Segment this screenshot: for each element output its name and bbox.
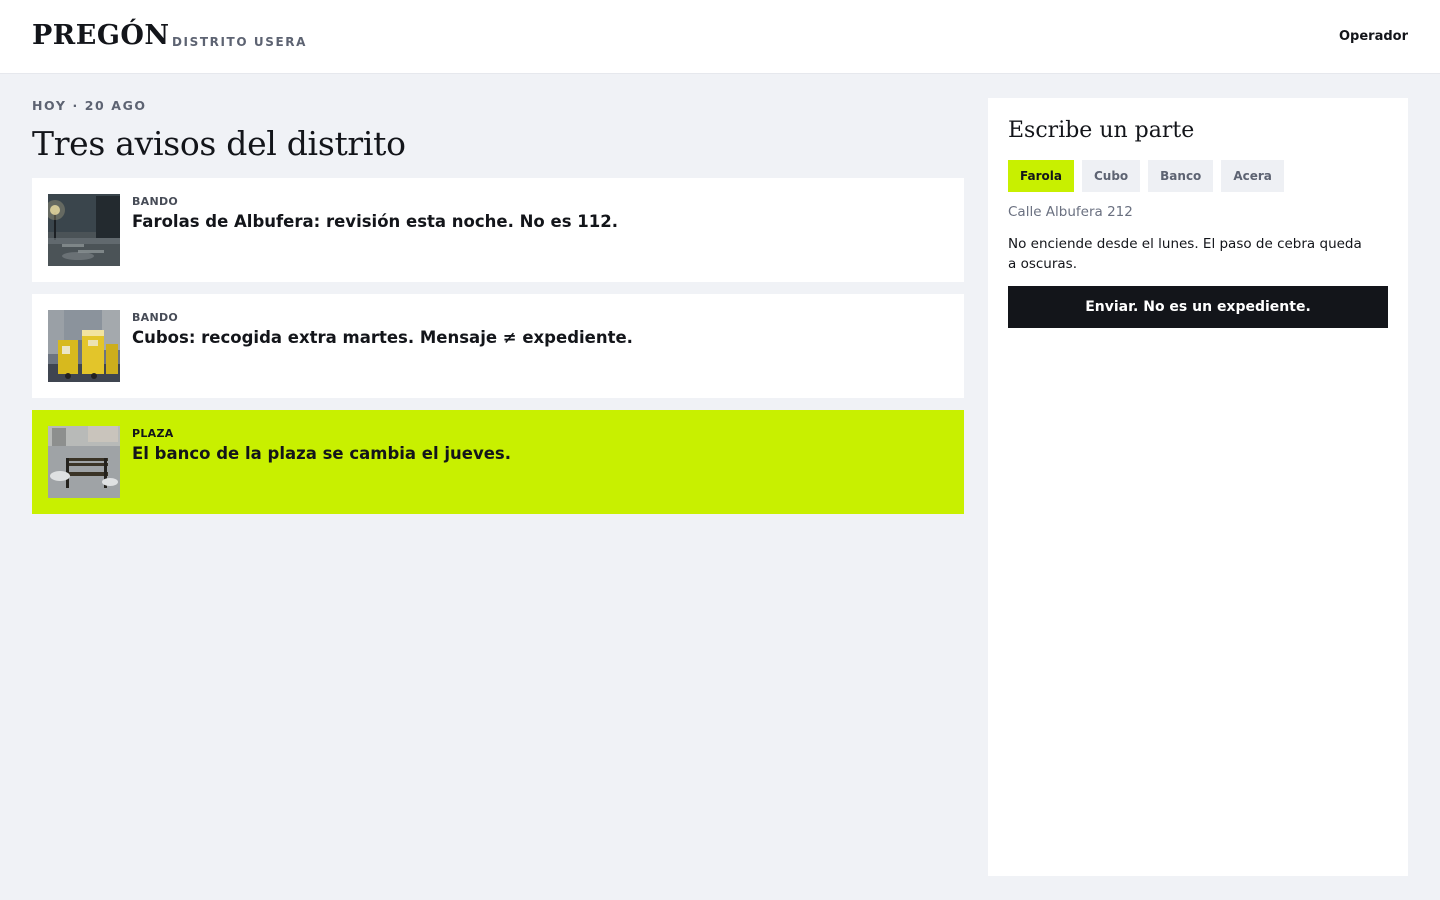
category-chip-farola[interactable]: Farola xyxy=(1008,160,1074,192)
notice-card[interactable]: BANDO Cubos: recogida extra martes. Mens… xyxy=(32,294,964,398)
brand-logo[interactable]: PREGÓN xyxy=(32,20,170,51)
report-panel: Escribe un parte Farola Cubo Banco Acera… xyxy=(988,98,1408,876)
category-chip-cubo[interactable]: Cubo xyxy=(1081,160,1141,192)
notice-tag: BANDO xyxy=(132,195,179,208)
category-chip-acera[interactable]: Acera xyxy=(1221,160,1284,192)
submit-button[interactable]: Enviar. No es un expediente. xyxy=(1008,286,1388,328)
page-title: Tres avisos del distrito xyxy=(32,124,406,163)
address-field[interactable]: Calle Albufera 212 xyxy=(1008,204,1133,220)
category-chip-banco[interactable]: Banco xyxy=(1148,160,1214,192)
notice-title[interactable]: Cubos: recogida extra martes. Mensaje ≠ … xyxy=(132,328,633,347)
date-label: HOY · 20 AGO xyxy=(32,98,147,113)
district-label: DISTRITO USERA xyxy=(172,35,308,49)
description-field[interactable]: No enciende desde el lunes. El paso de c… xyxy=(1008,234,1368,274)
notice-title[interactable]: El banco de la plaza se cambia el jueves… xyxy=(132,444,511,463)
streetlight-night-photo xyxy=(48,194,120,266)
notice-tag: PLAZA xyxy=(132,427,174,440)
trash-bins-photo xyxy=(48,310,120,382)
notice-card[interactable]: BANDO Farolas de Albufera: revisión esta… xyxy=(32,178,964,282)
notice-title[interactable]: Farolas de Albufera: revisión esta noche… xyxy=(132,212,618,231)
notice-card-highlighted[interactable]: PLAZA El banco de la plaza se cambia el … xyxy=(32,410,964,514)
park-bench-photo xyxy=(48,426,120,498)
report-panel-title: Escribe un parte xyxy=(1008,118,1195,143)
notice-tag: BANDO xyxy=(132,311,179,324)
operator-link[interactable]: Operador xyxy=(1339,29,1408,44)
top-bar: PREGÓN DISTRITO USERA Operador xyxy=(0,0,1440,74)
category-chips: Farola Cubo Banco Acera xyxy=(1008,160,1284,192)
